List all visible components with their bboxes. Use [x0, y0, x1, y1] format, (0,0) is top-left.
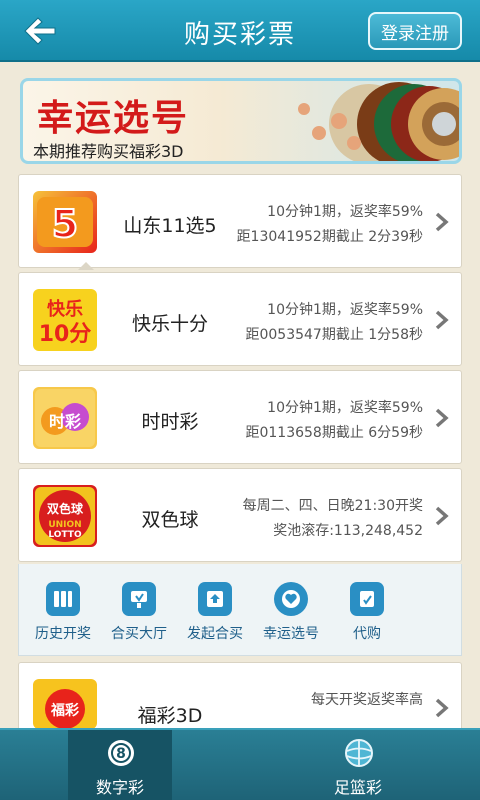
- tool-label: 历史开奖: [35, 626, 91, 642]
- chevron-right-icon: [435, 506, 449, 526]
- svg-text:双色球: 双色球: [47, 501, 84, 516]
- svg-text:福彩: 福彩: [50, 702, 79, 719]
- roulette-wheel-icon: [298, 82, 459, 161]
- heart-icon: [274, 582, 308, 616]
- chevron-right-icon: [435, 310, 449, 330]
- lottery-deadline: 距0053547期截止 1分58秒: [245, 327, 423, 343]
- lottery-name: 山东11选5: [123, 215, 217, 237]
- lottery-deadline: 距0113658期截止 6分59秒: [245, 425, 423, 441]
- lottery-jackpot: 奖池滚存:113,248,452: [273, 523, 423, 539]
- tab-label: 足篮彩: [333, 778, 382, 797]
- tool-label: 代购: [353, 626, 381, 642]
- history-draws-button[interactable]: 历史开奖: [25, 582, 101, 643]
- tool-label: 发起合买: [187, 626, 243, 642]
- lottery-deadline: 距13041952期截止 2分39秒: [236, 229, 423, 245]
- lottery-item-shishicai[interactable]: 时彩 时时彩 10分钟1期，返奖率59% 距0113658期截止 6分59秒: [18, 370, 462, 464]
- card-notch: [78, 262, 94, 270]
- chevron-right-icon: [435, 212, 449, 232]
- ball-icon: [345, 739, 373, 767]
- lucky-pick-banner[interactable]: 幸运选号 本期推荐购买福彩3D: [20, 78, 462, 164]
- tab-number-lottery[interactable]: 8 数字彩: [68, 730, 172, 800]
- cart-icon: [350, 582, 384, 616]
- tab-football-basketball[interactable]: 足篮彩: [306, 730, 410, 800]
- svg-text:8: 8: [116, 746, 126, 762]
- lottery-name: 福彩3D: [137, 705, 203, 727]
- trophy-icon: [122, 582, 156, 616]
- svg-text:时彩: 时彩: [49, 412, 81, 431]
- login-register-button[interactable]: 登录注册: [368, 12, 462, 50]
- lottery-schedule: 每天开奖返奖率高: [311, 692, 423, 708]
- lottery-item-fucai-3d[interactable]: 福彩 福彩3D 每天开奖返奖率高: [18, 662, 462, 729]
- lottery-schedule: 10分钟1期，返奖率59%: [267, 400, 423, 416]
- proxy-buy-button[interactable]: 代购: [329, 582, 405, 643]
- lottery-item-shuangseqiu[interactable]: 双色球 UNION LOTTO 双色球 每周二、四、日晚21:30开奖 奖池滚存…: [18, 468, 462, 562]
- banner-title: 幸运选号: [37, 98, 190, 139]
- app-header: 购买彩票 登录注册: [0, 0, 480, 62]
- lottery-item-kuaile-shifen[interactable]: 快乐 10分 快乐十分 10分钟1期，返奖率59% 距0053547期截止 1分…: [18, 272, 462, 366]
- tab-label: 数字彩: [95, 778, 144, 797]
- svg-text:快乐: 快乐: [47, 298, 83, 320]
- lottery-schedule: 10分钟1期，返奖率59%: [267, 204, 423, 220]
- history-icon: [46, 582, 80, 616]
- lottery-name: 双色球: [141, 509, 199, 531]
- lucky-pick-button[interactable]: 幸运选号: [253, 582, 329, 643]
- svg-text:10分: 10分: [39, 322, 92, 347]
- upload-icon: [198, 582, 232, 616]
- banner-subtitle: 本期推荐购买福彩3D: [33, 142, 184, 161]
- lottery-schedule: 10分钟1期，返奖率59%: [267, 302, 423, 318]
- tool-label: 幸运选号: [263, 626, 319, 642]
- svg-text:5: 5: [52, 202, 78, 246]
- shandong-11x5-logo: 5: [33, 191, 97, 253]
- lottery-name: 快乐十分: [131, 313, 208, 335]
- lottery-schedule: 每周二、四、日晚21:30开奖: [242, 498, 423, 514]
- union-lotto-logo: 双色球 UNION LOTTO: [33, 485, 97, 547]
- group-buy-hall-button[interactable]: 合买大厅: [101, 582, 177, 643]
- lottery-item-shandong-11x5[interactable]: 5 山东11选5 10分钟1期，返奖率59% 距13041952期截止 2分39…: [18, 174, 462, 268]
- start-group-buy-button[interactable]: 发起合买: [177, 582, 253, 643]
- lottery-name: 时时彩: [141, 411, 199, 433]
- chevron-right-icon: [435, 408, 449, 428]
- bottom-navigation: 8 数字彩 足篮彩: [0, 728, 480, 800]
- lottery-ball-icon: 8: [108, 740, 134, 766]
- svg-text:LOTTO: LOTTO: [48, 530, 82, 540]
- chevron-right-icon: [435, 698, 449, 718]
- fucai-3d-logo: 福彩: [33, 679, 97, 729]
- shishicai-logo: 时彩: [33, 387, 97, 449]
- svg-text:UNION: UNION: [48, 520, 81, 530]
- lottery-actions-panel: 历史开奖 合买大厅 发起合买 幸运选号 代购: [18, 564, 462, 656]
- kuaile-10fen-logo: 快乐 10分: [33, 289, 97, 351]
- tool-label: 合买大厅: [111, 626, 167, 642]
